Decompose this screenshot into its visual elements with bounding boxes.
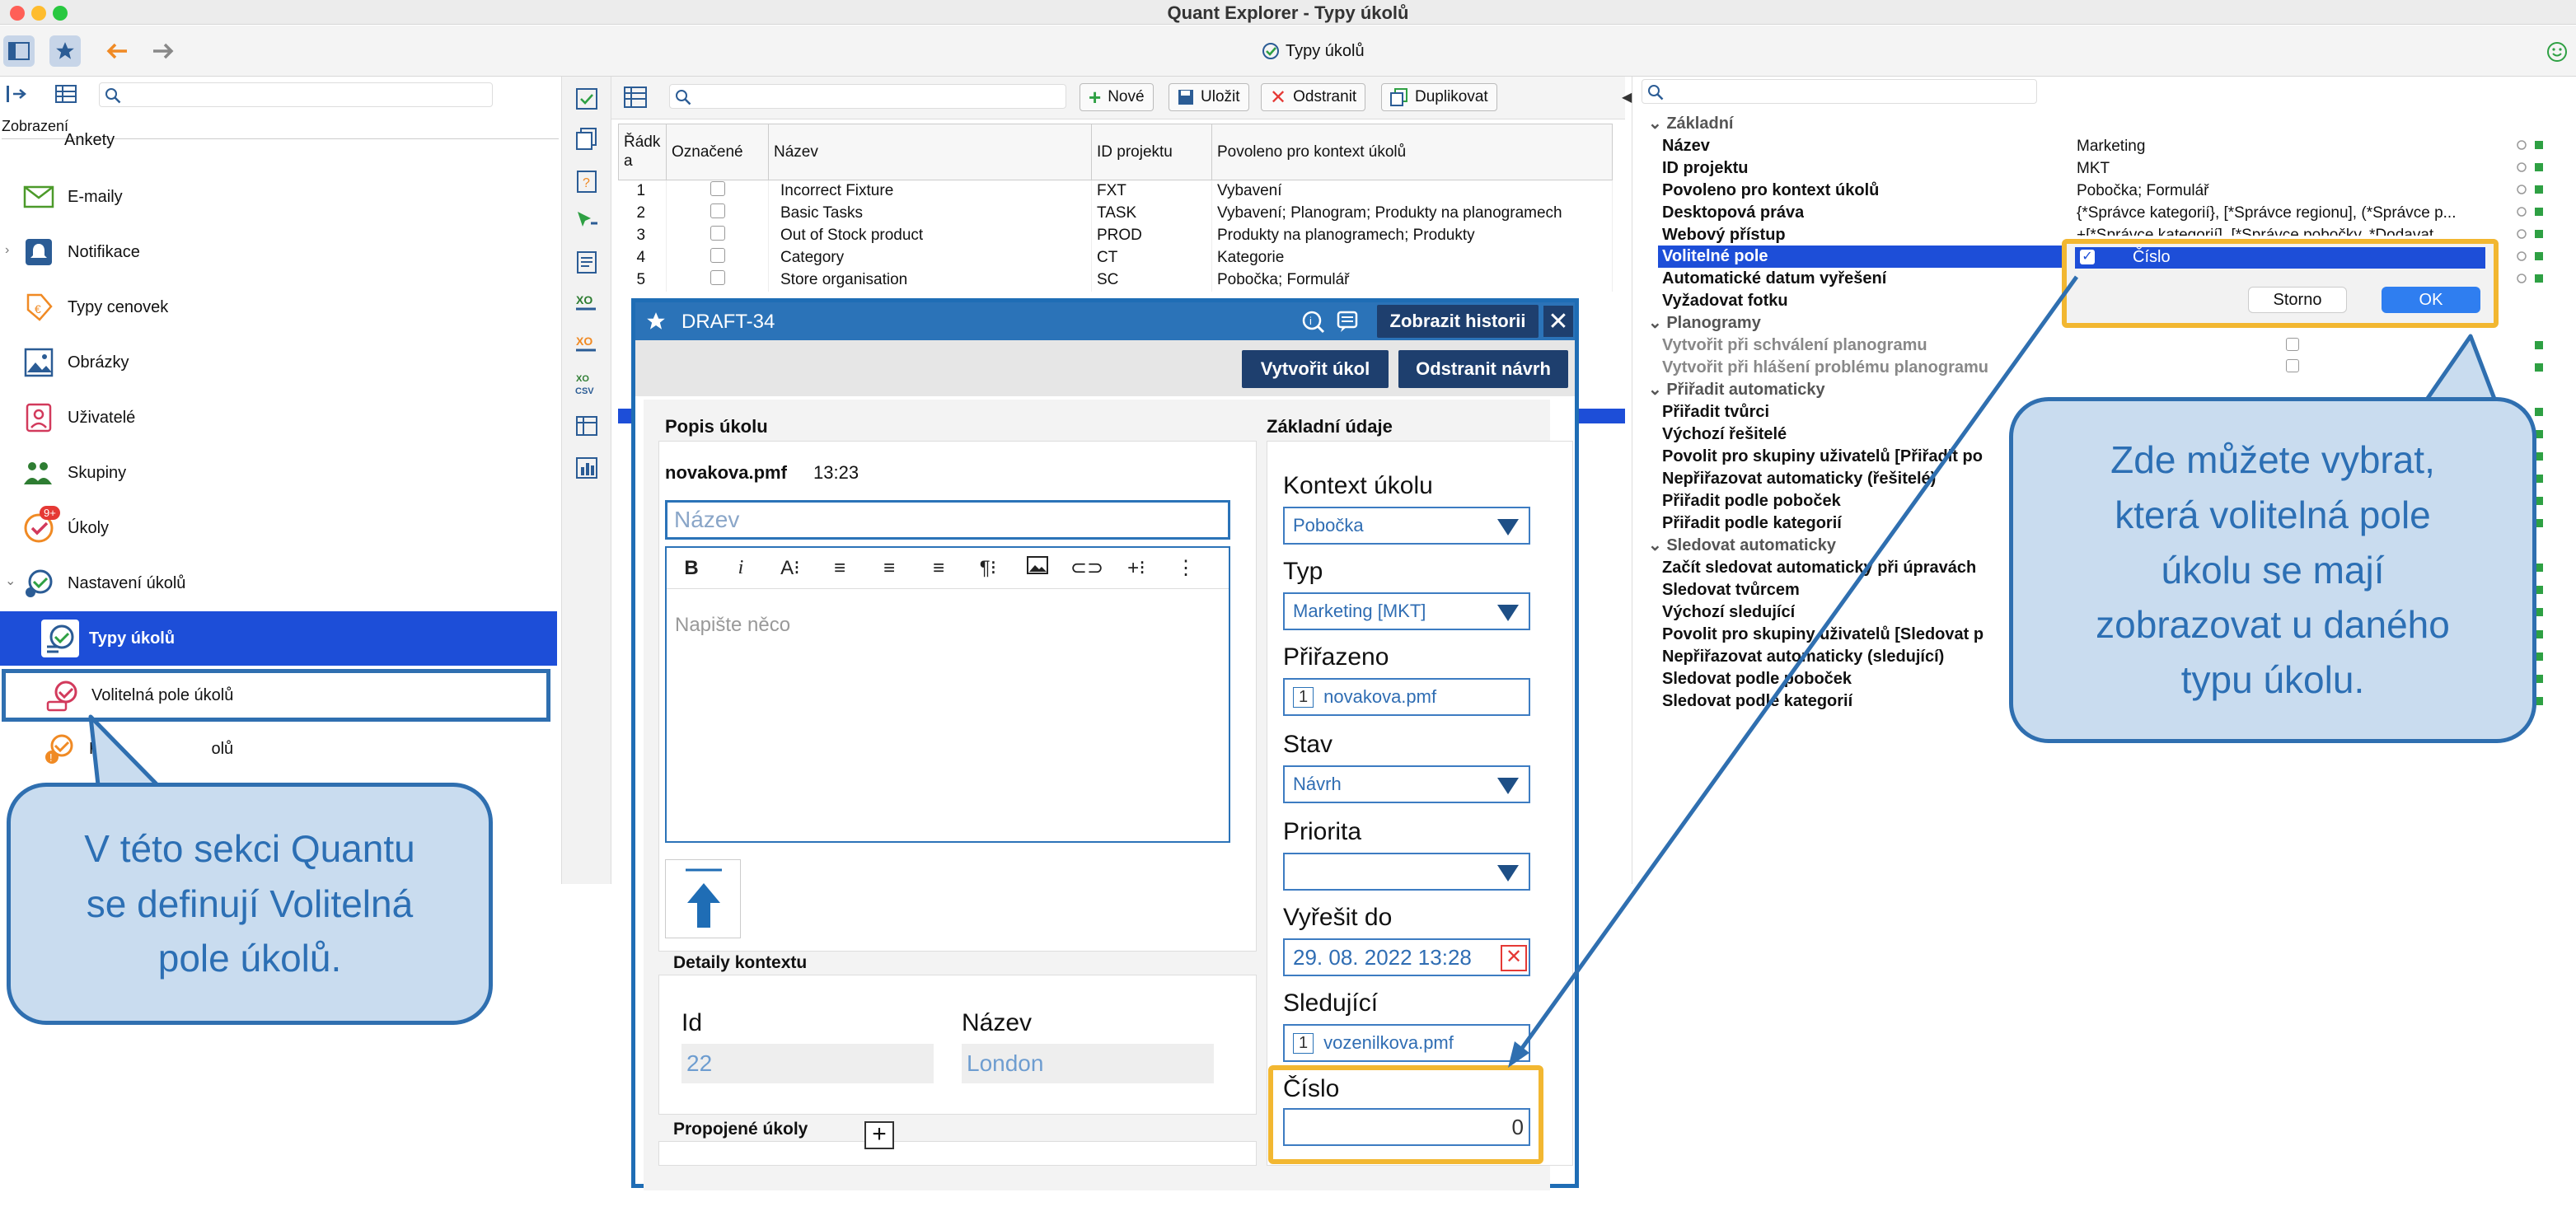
left-callout-bubble: V této sekci Quantu se definují Volitelná… (7, 783, 493, 1025)
right-callout-bubble: Zde můžete vybrat, která volitelná pole úk… (2009, 397, 2536, 743)
